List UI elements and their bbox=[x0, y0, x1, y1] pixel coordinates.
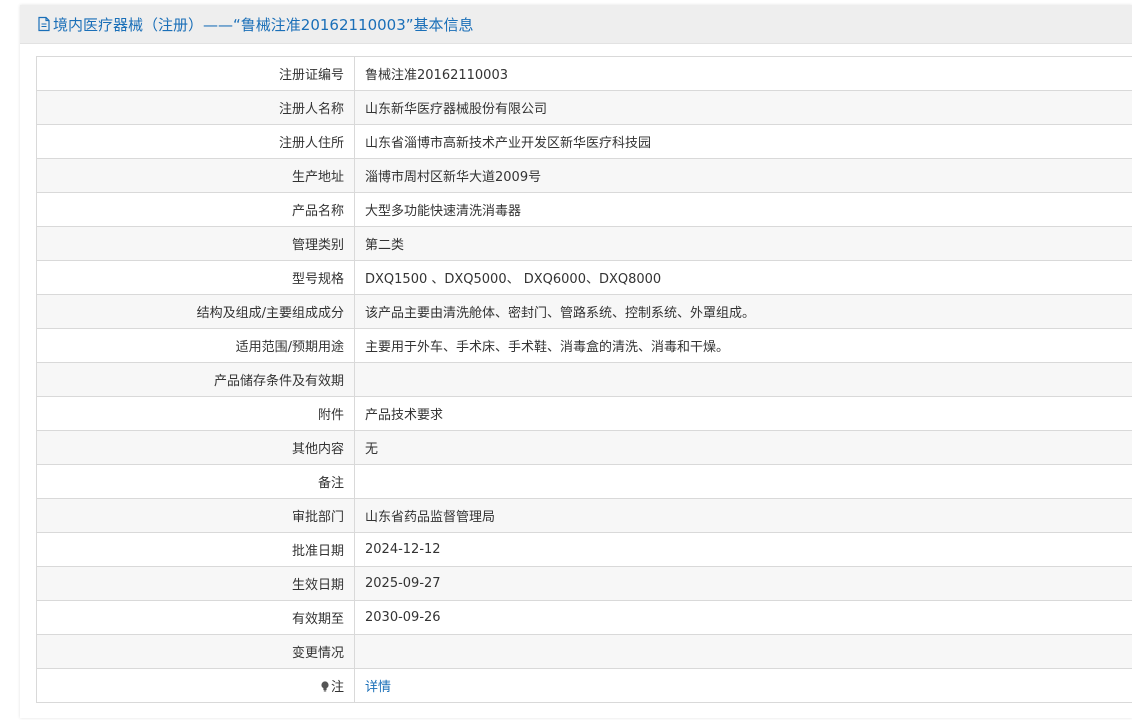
row-value: 鲁械注准20162110003 bbox=[354, 57, 1132, 91]
row-label: 管理类别 bbox=[37, 226, 355, 261]
row-value: 主要用于外车、手术床、手术鞋、消毒盒的清洗、消毒和干燥。 bbox=[354, 328, 1132, 363]
table-row: 批准日期 2024-12-12 bbox=[37, 532, 1132, 567]
row-label: 注册人名称 bbox=[37, 90, 355, 125]
row-label: 适用范围/预期用途 bbox=[37, 328, 355, 363]
row-value: DXQ1500 、DXQ5000、 DXQ6000、DXQ8000 bbox=[354, 260, 1132, 295]
row-label: 型号规格 bbox=[37, 260, 355, 295]
row-value bbox=[354, 362, 1132, 397]
table-row: 管理类别 第二类 bbox=[37, 226, 1132, 261]
info-panel: 境内医疗器械（注册）——“鲁械注准20162110003”基本信息 注册证编号鲁… bbox=[20, 5, 1132, 718]
table-row: 注册人名称 山东新华医疗器械股份有限公司 bbox=[37, 90, 1132, 125]
table-row: 产品名称 大型多功能快速清洗消毒器 bbox=[37, 192, 1132, 227]
row-label: 产品名称 bbox=[37, 192, 355, 227]
row-value: 山东省药品监督管理局 bbox=[354, 498, 1132, 533]
table-row: 审批部门 山东省药品监督管理局 bbox=[37, 498, 1132, 533]
row-value: 2030-09-26 bbox=[354, 600, 1132, 635]
info-table: 注册证编号 鲁械注准20162110003 注册人名称 山东新华医疗器械股份有限公司… bbox=[37, 57, 1132, 703]
row-label: 审批部门 bbox=[37, 498, 355, 533]
row-value: 山东省淄博市高新技术产业开发区新华医疗科技园 bbox=[354, 124, 1132, 159]
row-value: 山东新华医疗器械股份有限公司 bbox=[354, 90, 1132, 125]
table-row: 变更情况 bbox=[37, 634, 1132, 669]
document-icon bbox=[37, 16, 51, 32]
table-row: 结构及组成/主要组成成分 该产品主要由清洗舱体、密封门、管路系统、控制系统、外罩组… bbox=[37, 294, 1132, 329]
row-label: 结构及组成/主要组成成分 bbox=[37, 294, 355, 329]
note-label-cell: 注 bbox=[37, 668, 355, 703]
row-label: 生效日期 bbox=[37, 566, 355, 601]
table-row: 产品储存条件及有效期 bbox=[37, 362, 1132, 397]
row-value: 2024-12-12 bbox=[354, 532, 1132, 567]
table-row: 其他内容无 bbox=[37, 430, 1132, 465]
row-value: 产品技术要求 bbox=[354, 396, 1132, 431]
row-value bbox=[354, 464, 1132, 499]
row-label: 备注 bbox=[37, 464, 355, 499]
row-value: 2025-09-27 bbox=[354, 566, 1132, 601]
table-row: 注册证编号 鲁械注准20162110003 bbox=[37, 57, 1132, 91]
table-row: 注册人住所 山东省淄博市高新技术产业开发区新华医疗科技园 bbox=[37, 124, 1132, 159]
row-label: 注册证编号 bbox=[37, 57, 355, 91]
note-value-cell: 详情 bbox=[354, 668, 1132, 703]
row-label: 有效期至 bbox=[37, 600, 355, 635]
row-label: 注册人住所 bbox=[37, 124, 355, 159]
table-row: 型号规格 DXQ1500 、DXQ5000、 DXQ6000、DXQ8000 bbox=[37, 260, 1132, 295]
row-label: 其他内容 bbox=[37, 430, 355, 465]
panel-header: 境内医疗器械（注册）——“鲁械注准20162110003”基本信息 bbox=[20, 5, 1132, 44]
table-row: 生产地址 淄博市周村区新华大道2009号 bbox=[37, 158, 1132, 193]
page: 境内医疗器械（注册）——“鲁械注准20162110003”基本信息 注册证编号鲁… bbox=[0, 0, 1132, 720]
details-link[interactable]: 详情 bbox=[365, 680, 391, 695]
lightbulb-icon bbox=[320, 681, 330, 692]
page-title: 境内医疗器械（注册）——“鲁械注准20162110003”基本信息 bbox=[53, 15, 474, 34]
row-value: 淄博市周村区新华大道2009号 bbox=[354, 158, 1132, 193]
row-value bbox=[354, 634, 1132, 669]
row-value: 无 bbox=[354, 430, 1132, 465]
row-label: 产品储存条件及有效期 bbox=[37, 362, 355, 397]
row-value: 该产品主要由清洗舱体、密封门、管路系统、控制系统、外罩组成。 bbox=[354, 294, 1132, 329]
note-label: 注 bbox=[330, 680, 344, 695]
row-label: 批准日期 bbox=[37, 532, 355, 567]
table-row: 附件 产品技术要求 bbox=[37, 396, 1132, 431]
row-label: 变更情况 bbox=[37, 634, 355, 669]
table-row: 有效期至 2030-09-26 bbox=[37, 600, 1132, 635]
info-table-wrap: 注册证编号 鲁械注准20162110003 注册人名称 山东新华医疗器械股份有限公司… bbox=[36, 56, 1132, 703]
note-row: 注 详情 bbox=[37, 668, 1132, 703]
table-row: 生效日期 2025-09-27 bbox=[37, 566, 1132, 601]
row-label: 生产地址 bbox=[37, 158, 355, 193]
row-value: 第二类 bbox=[354, 226, 1132, 261]
table-row: 备注 bbox=[37, 464, 1132, 499]
table-row: 适用范围/预期用途 主要用于外车、手术床、手术鞋、消毒盒的清洗、消毒和干燥。 bbox=[37, 328, 1132, 363]
row-value: 大型多功能快速清洗消毒器 bbox=[354, 192, 1132, 227]
row-label: 附件 bbox=[37, 396, 355, 431]
